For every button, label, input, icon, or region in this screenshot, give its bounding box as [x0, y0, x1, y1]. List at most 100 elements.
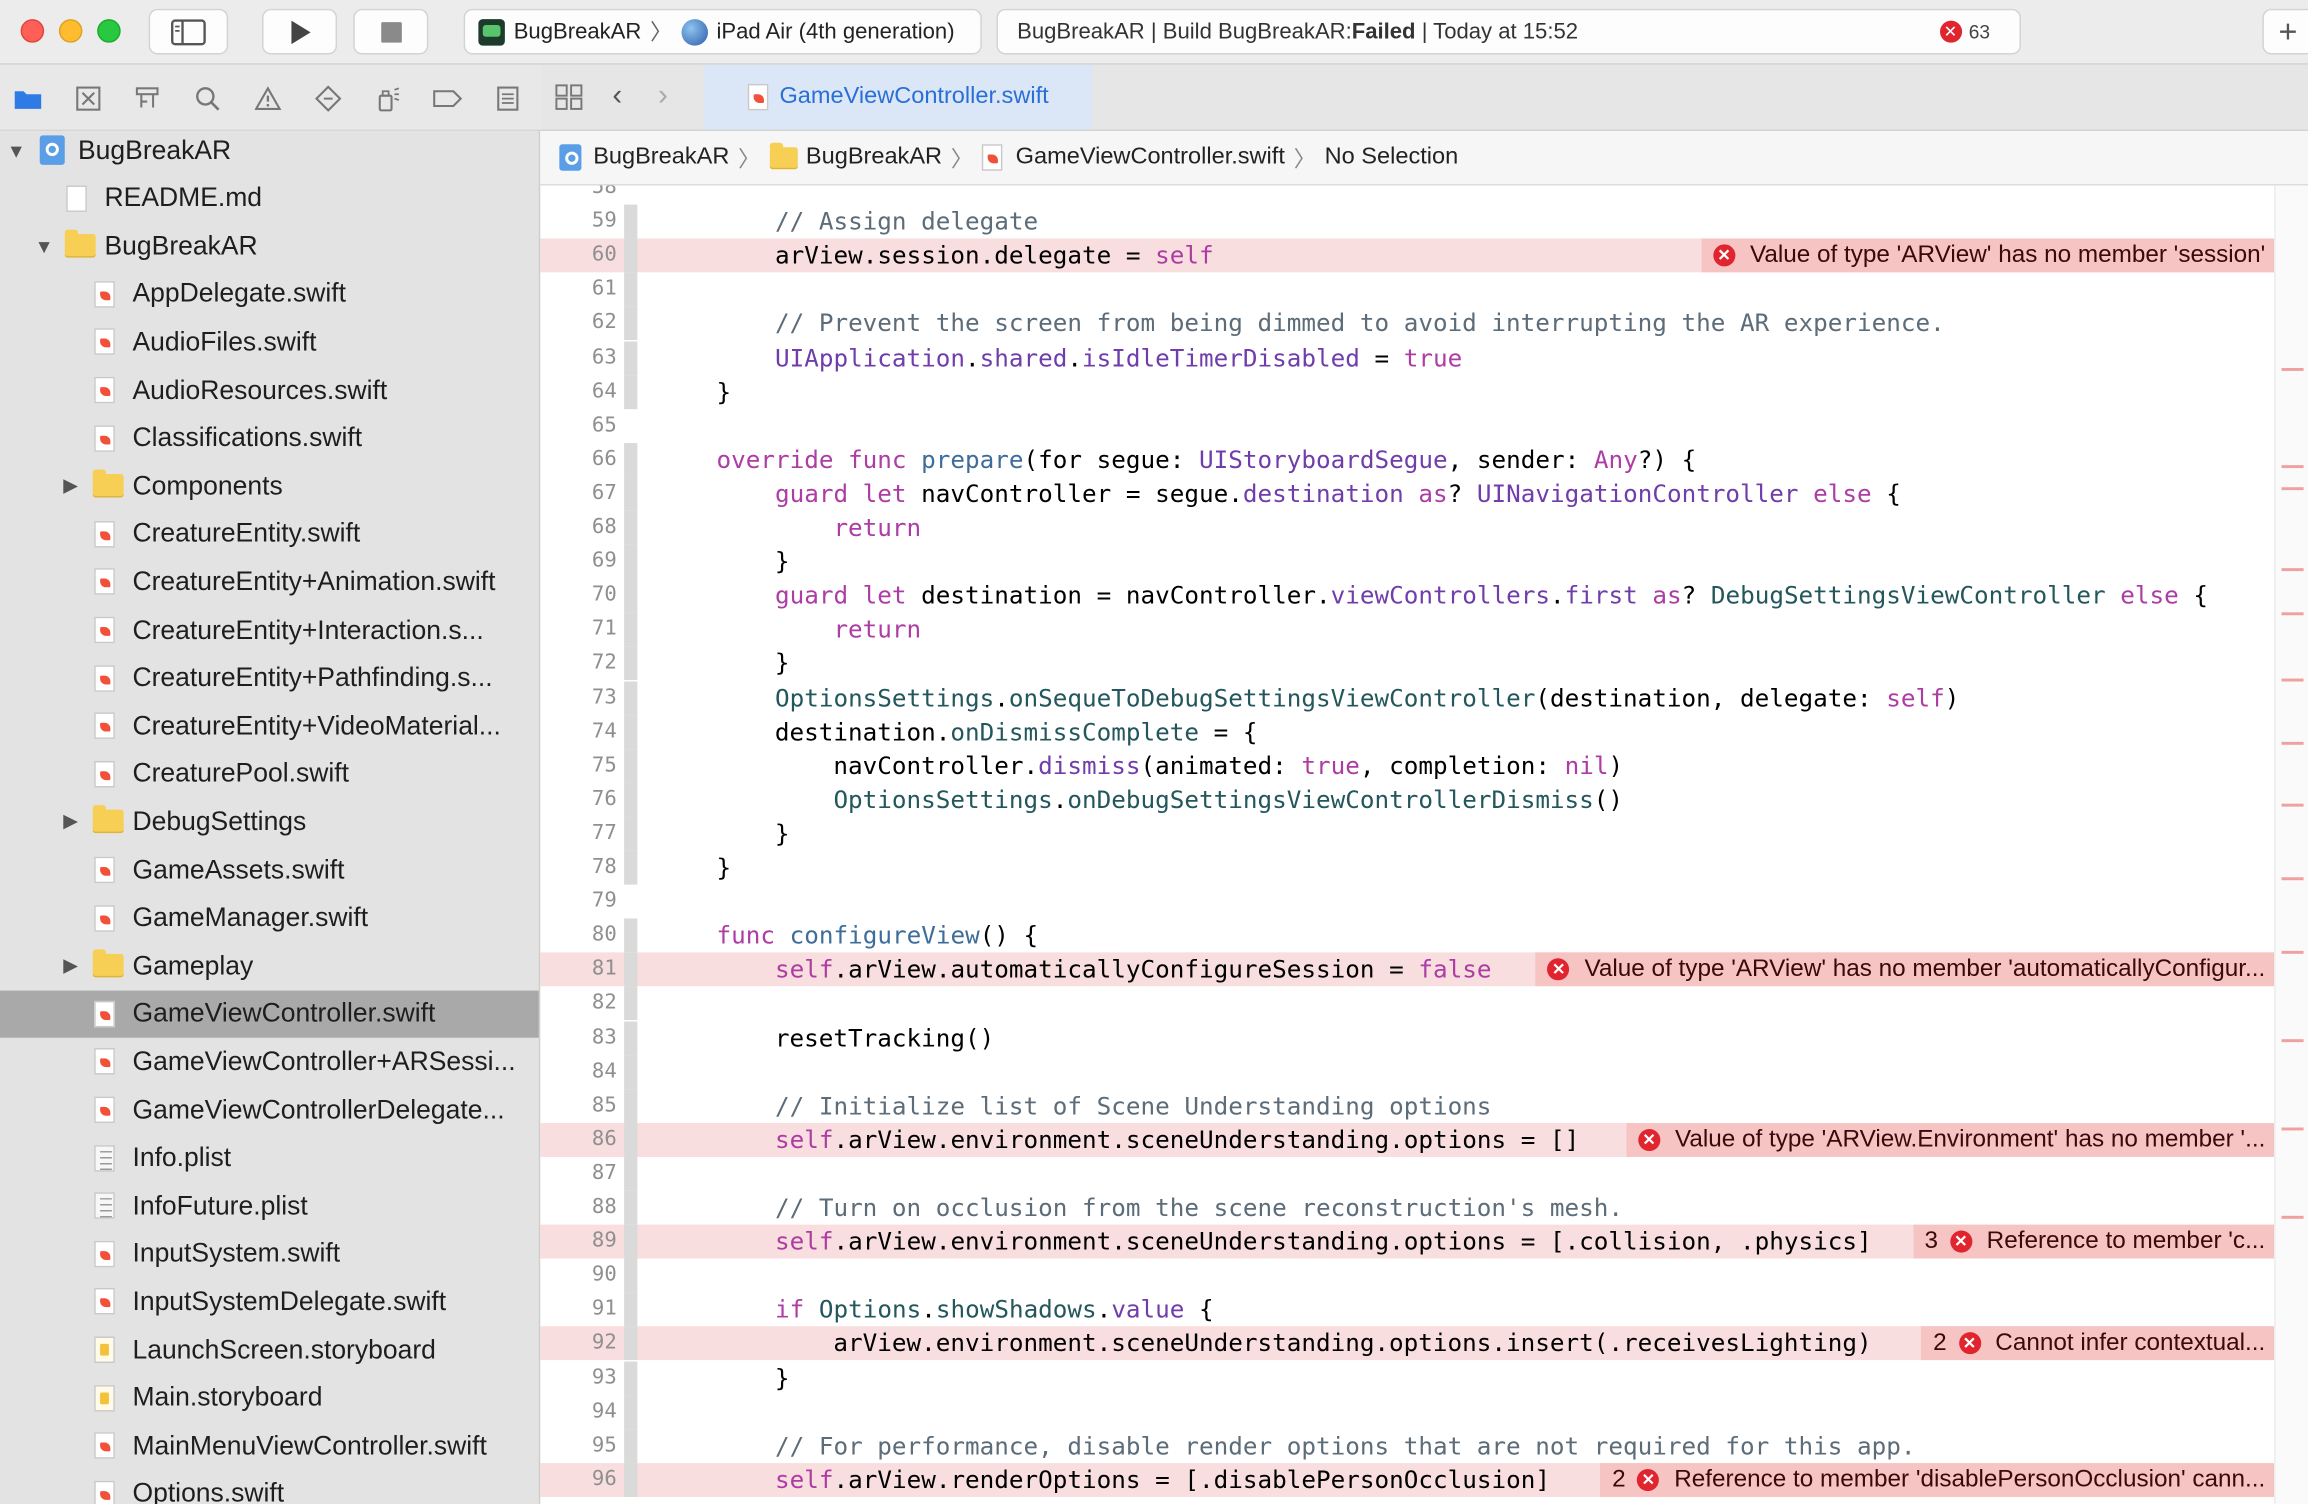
code-text[interactable]: arView.session.delegate = self — [658, 239, 1214, 273]
activity-viewer[interactable]: BugBreakAR | Build BugBreakAR: Failed | … — [996, 8, 2021, 55]
code-line[interactable]: 71 return — [540, 612, 2308, 647]
related-items-button[interactable] — [555, 84, 584, 118]
navigator-file[interactable]: MainMenuViewController.swift — [0, 1422, 539, 1469]
navigator-group[interactable]: ▶ Components — [0, 462, 539, 509]
code-line[interactable]: 74 destination.onDismissComplete = { — [540, 714, 2308, 749]
code-fold-ribbon[interactable] — [624, 646, 638, 681]
code-text[interactable]: self.arView.environment.sceneUnderstandi… — [658, 1225, 1872, 1259]
navigator-file[interactable]: GameAssets.swift — [0, 846, 539, 893]
code-fold-ribbon[interactable] — [624, 272, 638, 307]
error-annotation[interactable]: ✕ Value of type 'ARView.Environment' has … — [1626, 1122, 2275, 1157]
line-number[interactable]: 74 — [540, 715, 617, 749]
library-button[interactable]: + — [2262, 8, 2308, 55]
line-number[interactable]: 59 — [540, 205, 617, 239]
navigator-file[interactable]: CreatureEntity+Animation.swift — [0, 558, 539, 605]
code-line[interactable]: 91 if Options.showShadows.value { — [540, 1292, 2308, 1327]
error-annotation[interactable]: ✕ Value of type 'ARView' has no member 'a… — [1535, 952, 2275, 987]
code-text[interactable]: resetTracking() — [658, 1021, 994, 1055]
navigator-file[interactable]: README.md — [0, 175, 539, 222]
find-navigator-tab[interactable] — [193, 84, 222, 113]
line-number[interactable]: 89 — [540, 1225, 617, 1259]
line-number[interactable]: 83 — [540, 1021, 617, 1055]
line-number[interactable]: 58 — [540, 185, 617, 204]
code-fold-ribbon[interactable] — [624, 1326, 638, 1361]
code-text[interactable]: // Initialize list of Scene Understandin… — [658, 1089, 1491, 1123]
zoom-window-button[interactable] — [97, 19, 121, 43]
report-navigator-tab[interactable] — [493, 84, 522, 113]
code-text[interactable]: } — [658, 1361, 790, 1395]
line-number[interactable]: 77 — [540, 817, 617, 851]
navigator-group[interactable]: ▼ BugBreakAR — [0, 131, 539, 174]
line-number[interactable]: 66 — [540, 443, 617, 477]
code-text[interactable]: self.arView.environment.sceneUnderstandi… — [658, 1123, 1579, 1157]
stop-button[interactable] — [353, 8, 429, 55]
code-line[interactable]: 69 } — [540, 544, 2308, 579]
code-line[interactable]: 78 } — [540, 850, 2308, 885]
close-window-button[interactable] — [20, 19, 45, 43]
navigator-file[interactable]: InputSystemDelegate.swift — [0, 1278, 539, 1325]
code-text[interactable]: destination.onDismissComplete = { — [658, 715, 1258, 749]
line-number[interactable]: 60 — [540, 239, 617, 273]
code-fold-ribbon[interactable] — [624, 1156, 638, 1191]
code-text[interactable]: return — [658, 613, 921, 647]
code-fold-ribbon[interactable] — [624, 1224, 638, 1259]
navigator-group[interactable]: ▶ Gameplay — [0, 942, 539, 989]
code-text[interactable]: override func prepare(for segue: UIStory… — [658, 443, 1696, 477]
code-text[interactable]: UIApplication.shared.isIdleTimerDisabled… — [658, 341, 1462, 375]
error-annotation[interactable]: 3 ✕ Reference to member 'c... — [1912, 1224, 2275, 1259]
code-fold-ribbon[interactable] — [624, 1428, 638, 1463]
code-line-error[interactable]: 86 self.arView.environment.sceneUndersta… — [540, 1122, 2308, 1157]
code-fold-ribbon[interactable] — [624, 1462, 638, 1497]
navigator-group[interactable]: ▶ DebugSettings — [0, 798, 539, 845]
line-number[interactable]: 62 — [540, 307, 617, 341]
code-line[interactable]: 79 — [540, 885, 2308, 919]
code-fold-ribbon[interactable] — [624, 918, 638, 953]
navigator-file[interactable]: CreatureEntity+Pathfinding.s... — [0, 654, 539, 701]
line-number[interactable]: 86 — [540, 1123, 617, 1157]
code-fold-ribbon[interactable] — [624, 816, 638, 851]
navigator-file[interactable]: CreatureEntity+VideoMaterial... — [0, 702, 539, 749]
code-text[interactable]: guard let navController = segue.destinat… — [658, 477, 1901, 511]
code-text[interactable]: self.arView.renderOptions = [.disablePer… — [658, 1463, 1550, 1497]
code-text[interactable]: } — [658, 545, 790, 579]
toggle-navigator-button[interactable] — [148, 8, 229, 55]
navigator-file[interactable]: Info.plist — [0, 1134, 539, 1181]
code-fold-ribbon[interactable] — [624, 238, 638, 273]
minimize-window-button[interactable] — [58, 19, 83, 43]
code-fold-ribbon[interactable] — [624, 1122, 638, 1157]
source-control-navigator-tab[interactable] — [74, 84, 103, 113]
code-text[interactable]: // Turn on occlusion from the scene reco… — [658, 1191, 1623, 1225]
navigator-file[interactable]: LaunchScreen.storyboard — [0, 1326, 539, 1373]
minimap[interactable] — [2274, 185, 2308, 1504]
line-number[interactable]: 61 — [540, 273, 617, 307]
code-text[interactable]: func configureView() { — [658, 919, 1038, 953]
code-line[interactable]: 58 — [540, 185, 2308, 204]
line-number[interactable]: 69 — [540, 545, 617, 579]
disclosure-open-icon[interactable]: ▼ — [34, 235, 55, 257]
navigator-file[interactable]: AudioResources.swift — [0, 367, 539, 414]
line-number[interactable]: 68 — [540, 511, 617, 545]
code-text[interactable]: arView.environment.sceneUnderstanding.op… — [658, 1327, 1871, 1361]
code-text[interactable]: guard let destination = navController.vi… — [658, 579, 2208, 613]
line-number[interactable]: 73 — [540, 681, 617, 715]
code-fold-ribbon[interactable] — [624, 1088, 638, 1123]
code-line-error[interactable]: 81 self.arView.automaticallyConfigureSes… — [540, 952, 2308, 987]
line-number[interactable]: 84 — [540, 1055, 617, 1089]
code-line[interactable]: 70 guard let destination = navController… — [540, 578, 2308, 613]
tab-gameviewcontroller[interactable]: GameViewController.swift — [703, 64, 1093, 130]
test-navigator-tab[interactable] — [314, 84, 343, 113]
navigator-file[interactable]: CreatureEntity+Interaction.s... — [0, 606, 539, 653]
navigator-file[interactable]: GameViewControllerDelegate... — [0, 1086, 539, 1133]
code-line[interactable]: 82 — [540, 986, 2308, 1021]
code-line[interactable]: 83 resetTracking() — [540, 1020, 2308, 1055]
code-line[interactable]: 75 navController.dismiss(animated: true,… — [540, 748, 2308, 783]
navigator-file[interactable]: GameViewController.swift — [0, 990, 539, 1038]
code-line[interactable]: 93 } — [540, 1360, 2308, 1395]
code-fold-ribbon[interactable] — [624, 204, 638, 239]
code-text[interactable]: navController.dismiss(animated: true, co… — [658, 749, 1623, 783]
code-line[interactable]: 76 OptionsSettings.onDebugSettingsViewCo… — [540, 782, 2308, 817]
line-number[interactable]: 75 — [540, 749, 617, 783]
code-line[interactable]: 88 // Turn on occlusion from the scene r… — [540, 1190, 2308, 1225]
code-line[interactable]: 66 override func prepare(for segue: UISt… — [540, 442, 2308, 477]
navigator-file[interactable]: GameViewController+ARSessi... — [0, 1038, 539, 1085]
